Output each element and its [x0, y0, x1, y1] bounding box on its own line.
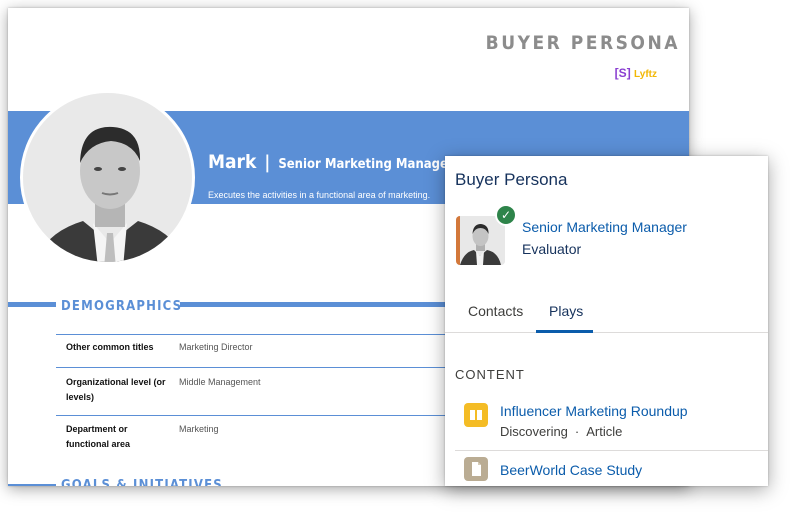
avatar-accent [456, 216, 460, 265]
row-label: Other common titles [66, 342, 154, 352]
content-item-type: Article [586, 424, 623, 439]
persona-subtitle: Evaluator [522, 241, 582, 257]
row-label: Department or functional area [66, 424, 131, 449]
content-item-stage: Discovering [500, 424, 568, 439]
row-value: Middle Management [179, 377, 261, 387]
content-item-meta: Discovering · Article [500, 424, 622, 439]
document-title: BUYER PERSONA [485, 32, 680, 54]
row-label: Organizational level (or levels) [66, 377, 166, 402]
persona-heading: Mark | Senior Marketing Manager [208, 151, 454, 173]
avatar[interactable] [456, 216, 505, 265]
persona-photo [20, 90, 195, 265]
heading-separator: | [264, 152, 271, 173]
section-rule-left [8, 302, 56, 307]
lyftz-logo: [S] Lyftz [614, 66, 657, 80]
meta-separator: · [574, 424, 580, 439]
persona-title: Senior Marketing Manager [278, 157, 454, 172]
book-icon [464, 403, 488, 427]
content-section-heading: CONTENT [455, 367, 525, 382]
content-item-link[interactable]: BeerWorld Case Study [500, 462, 642, 478]
document-icon [464, 457, 488, 481]
persona-role-link[interactable]: Senior Marketing Manager [522, 219, 687, 235]
check-icon: ✓ [495, 204, 517, 226]
persona-description: Executes the activities in a functional … [208, 190, 431, 200]
persona-name: Mark [208, 151, 257, 173]
section-rule-left [8, 484, 56, 486]
tab-plays[interactable]: Plays [549, 303, 583, 319]
card-title: Buyer Persona [455, 170, 568, 189]
tab-contacts[interactable]: Contacts [468, 303, 523, 319]
active-tab-indicator [536, 330, 593, 333]
demographics-heading: DEMOGRAPHICS [61, 299, 183, 314]
row-value: Marketing Director [179, 342, 253, 352]
content-item-link[interactable]: Influencer Marketing Roundup [500, 403, 688, 419]
tab-bar: Contacts Plays [445, 294, 768, 333]
goals-heading: GOALS & INITIATIVES [61, 478, 223, 486]
list-divider [455, 450, 768, 451]
row-value: Marketing [179, 424, 219, 434]
buyer-persona-card: Buyer Persona ✓ Senior Marketing Manager… [445, 156, 768, 486]
